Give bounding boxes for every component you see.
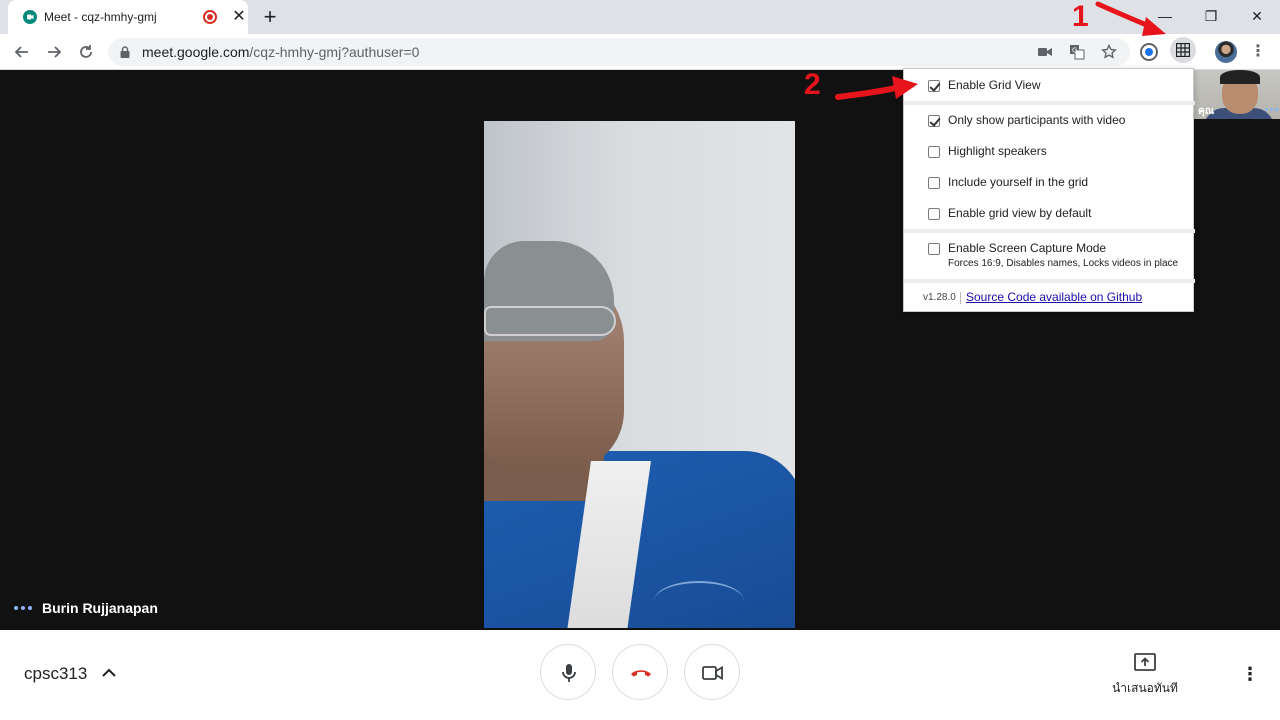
divider (904, 279, 1195, 283)
url-host: meet.google.com (142, 44, 250, 60)
option-include-yourself[interactable]: Include yourself in the grid (904, 167, 1195, 197)
checkbox-enable-grid-view[interactable] (928, 80, 940, 92)
checkbox-only-video[interactable] (928, 115, 940, 127)
back-arrow-icon (14, 46, 28, 58)
capture-mode-note: Forces 16:9, Disables names, Locks video… (948, 258, 1179, 269)
present-now-button[interactable]: นำเสนอทันที (1100, 652, 1190, 698)
browser-toolbar: meet.google.com/cqz-hmhy-gmj?authuser=0 … (0, 34, 1280, 70)
option-grid-by-default[interactable]: Enable grid view by default (904, 198, 1195, 228)
checkbox-screen-capture-mode[interactable] (928, 243, 940, 255)
hang-up-button[interactable] (612, 644, 668, 700)
svg-text:G: G (1072, 47, 1077, 55)
annotation-arrow-2-icon (835, 76, 918, 100)
url-path: /cqz-hmhy-gmj?authuser=0 (249, 44, 420, 60)
reload-button[interactable] (74, 40, 98, 64)
microphone-icon (562, 664, 576, 682)
present-now-label: นำเสนอทันที (1112, 681, 1178, 695)
camera-button[interactable] (684, 644, 740, 700)
hang-up-phone-icon (631, 670, 651, 677)
back-button[interactable] (10, 40, 34, 64)
annotation-arrow-1-icon (1095, 1, 1166, 36)
forward-arrow-icon (48, 46, 62, 58)
url-text: meet.google.com/cqz-hmhy-gmj?authuser=0 (142, 44, 419, 60)
github-source-link[interactable]: Source Code available on Github (966, 290, 1142, 304)
video-camera-icon (702, 665, 723, 681)
present-screen-icon (1134, 653, 1156, 671)
option-only-video[interactable]: Only show participants with video (904, 105, 1195, 135)
self-more-icon[interactable] (1265, 108, 1278, 111)
camera-in-use-icon[interactable] (1036, 43, 1054, 61)
meet-control-bar: cpsc313 นำเสนอทันที ⋮ (0, 630, 1280, 720)
restore-button[interactable]: ❐ (1198, 4, 1224, 28)
option-label: Enable grid view by default (948, 206, 1092, 220)
bookmark-star-icon[interactable] (1100, 43, 1118, 61)
address-bar[interactable]: meet.google.com/cqz-hmhy-gmj?authuser=0 … (108, 38, 1130, 66)
recording-indicator-icon (203, 10, 217, 24)
microphone-button[interactable] (540, 644, 596, 700)
close-window-button[interactable]: ✕ (1244, 4, 1270, 28)
annotation-step-1: 1 (1072, 0, 1089, 33)
checkbox-highlight-speakers[interactable] (928, 146, 940, 158)
browser-menu-icon[interactable]: ⋮ (1248, 40, 1268, 64)
new-tab-button[interactable]: + (258, 5, 282, 29)
option-label: Enable Screen Capture Mode (948, 241, 1107, 255)
self-video-tile[interactable]: คุณ (1194, 70, 1280, 119)
option-enable-grid-view[interactable]: Enable Grid View (904, 70, 1195, 100)
speaker-video (484, 121, 795, 628)
audio-level-icon (14, 606, 32, 610)
meet-favicon-icon (23, 10, 37, 24)
option-label: Only show participants with video (948, 113, 1126, 127)
speaker-name: Burin Rujjanapan (42, 600, 158, 616)
extension-shield-icon[interactable] (1138, 41, 1160, 63)
browser-tab-meet[interactable]: Meet - cqz-hmhy-gmj ✕ (8, 0, 248, 34)
popup-footer: v1.28.0 Source Code available on Github (904, 289, 1195, 311)
chevron-up-icon[interactable] (98, 662, 120, 684)
option-highlight-speakers[interactable]: Highlight speakers (904, 136, 1195, 166)
forward-button[interactable] (42, 40, 66, 64)
option-screen-capture-mode[interactable]: Enable Screen Capture Mode Forces 16:9, … (904, 233, 1195, 277)
self-label: คุณ (1198, 106, 1214, 117)
checkbox-include-yourself[interactable] (928, 177, 940, 189)
grid-view-popup: Enable Grid View Only show participants … (903, 68, 1195, 312)
option-label: Enable Grid View (948, 78, 1041, 92)
tab-title: Meet - cqz-hmhy-gmj (44, 10, 157, 24)
version-text: v1.28.0 (923, 292, 956, 303)
option-label: Include yourself in the grid (948, 175, 1089, 189)
profile-avatar[interactable] (1215, 41, 1237, 63)
speaker-name-tag: Burin Rujjanapan (14, 600, 158, 616)
annotation-step-2: 2 (804, 68, 821, 101)
lock-icon (120, 46, 130, 58)
footer-divider (960, 292, 961, 304)
tab-close-icon[interactable]: ✕ (230, 8, 248, 26)
translate-icon[interactable]: G (1068, 43, 1086, 61)
option-label: Highlight speakers (948, 144, 1047, 158)
meeting-code: cpsc313 (24, 664, 88, 683)
more-options-icon[interactable]: ⋮ (1238, 660, 1262, 688)
checkbox-grid-by-default[interactable] (928, 208, 940, 220)
reload-icon (80, 45, 92, 58)
grid-icon (1176, 43, 1190, 57)
